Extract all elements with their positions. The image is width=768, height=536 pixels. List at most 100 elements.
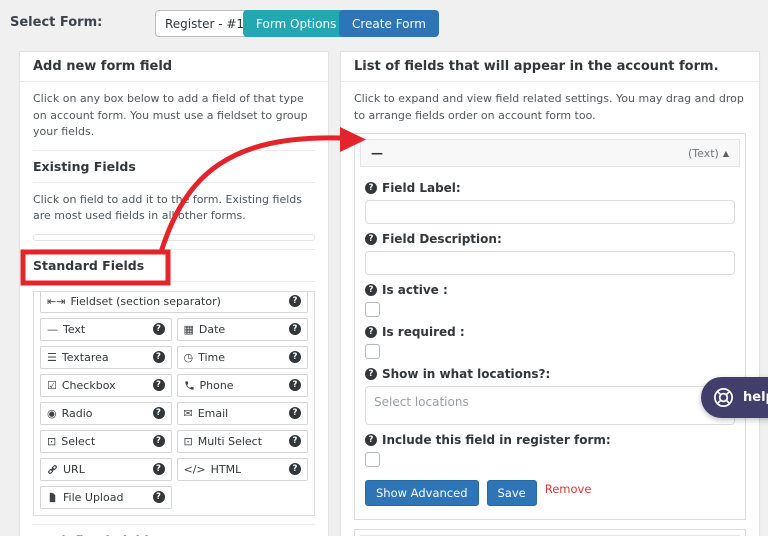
field-chip-email[interactable]: ✉ Email? [176,401,308,425]
field-chip-checkbox[interactable]: ☑ Checkbox? [40,373,172,397]
fields-list-panel: List of fields that will appear in the a… [340,51,760,536]
collapsed-field-card-first-name: —First Name(Text)▼ [354,529,746,536]
standard-fields-title: Standard Fields [33,250,315,282]
fields-list-intro: Click to expand and view field related s… [354,92,744,122]
radio-icon: ◉ [47,406,57,420]
help-button-label: help [743,390,768,405]
help-icon[interactable]: ? [152,351,165,363]
field-chip-label: Text [63,322,86,336]
field-chip-phone[interactable]: Phone? [176,373,308,397]
help-icon[interactable]: ? [289,323,301,335]
fieldset-icon: ⇤⇥ [47,294,66,308]
is-required-checkbox[interactable] [365,344,380,359]
help-icon[interactable]: ? [365,182,377,194]
predefined-fields-section: Predefined Fields Country?Gender?▦Date o… [33,523,315,536]
help-icon[interactable]: ? [289,407,301,419]
existing-fields-title: Existing Fields [33,151,315,183]
is-required-label: Is required : [382,325,465,339]
include-register-row: ? Include this field in register form: [365,433,735,447]
form-select-value: Register - #1 [165,16,245,31]
help-icon[interactable]: ? [152,435,165,447]
locations-placeholder: Select locations [374,395,469,409]
field-chip-fieldset-section-separator[interactable]: ⇤⇥ Fieldset (section separator)? [40,291,308,313]
help-icon[interactable]: ? [152,463,165,475]
help-icon[interactable]: ? [289,435,301,447]
field-chip-label: Radio [61,406,93,420]
field-chip-textarea[interactable]: ☰ Textarea? [40,345,172,369]
remove-link[interactable]: Remove [545,482,592,496]
field-chip-url[interactable]: URL? [40,457,172,481]
field-chip-label: Email [197,406,229,420]
chevron-up-icon: ▲ [722,148,729,158]
field-chip-html[interactable]: </> HTML? [176,457,308,481]
field-chip-date[interactable]: ▦ Date? [176,317,308,341]
help-icon[interactable]: ? [365,368,377,380]
expanded-field-card-header[interactable]: — (Text) ▲ [360,139,740,167]
field-chip-radio[interactable]: ◉ Radio? [40,401,172,425]
email-icon: ✉ [183,406,193,420]
create-form-button[interactable]: Create Form [339,10,439,37]
field-chip-label: Fieldset (section separator) [70,294,221,308]
standard-fields-grid: ⇤⇥ Fieldset (section separator)? — Text? ▦ Da… [33,290,315,516]
url-icon [47,464,58,475]
field-description-label: Field Description: [382,232,502,246]
include-register-checkbox[interactable] [365,452,380,467]
help-icon[interactable]: ? [289,295,301,307]
toolbar: Select Form: Register - #1 ▼ Form Option… [0,0,768,48]
field-chip-time[interactable]: ◷ Time? [176,345,308,369]
is-active-label: Is active : [382,283,448,297]
phone-icon [184,380,195,391]
checkbox-icon: ☑ [47,378,57,392]
standard-fields-section: Standard Fields ⇤⇥ Fieldset (section sepa… [33,248,315,516]
field-label-input[interactable] [365,200,735,224]
calendar-icon: ▦ [183,322,194,336]
expanded-field-card: — (Text) ▲ ? Field Label: ? Field Descri… [354,133,746,520]
help-icon[interactable]: ? [289,379,301,391]
field-chip-label: HTML [210,462,242,476]
field-chip-file-upload[interactable]: File Upload? [40,485,172,509]
show-advanced-button[interactable]: Show Advanced [365,480,479,506]
field-chip-multi-select[interactable]: ⊡ Multi Select? [176,429,308,453]
is-active-checkbox[interactable] [365,302,380,317]
include-register-label: Include this field in register form: [382,433,611,447]
help-icon[interactable]: ? [289,463,301,475]
is-required-row: ? Is required : [365,325,735,339]
help-icon[interactable]: ? [152,407,165,419]
field-chip-label: Date [198,322,226,336]
help-icon[interactable]: ? [152,491,165,503]
help-icon[interactable]: ? [365,326,377,338]
fields-list-panel-title: List of fields that will appear in the a… [341,52,759,82]
field-chip-label: Multi Select [197,434,263,448]
field-chip-text[interactable]: — Text? [40,317,172,341]
help-icon[interactable]: ? [152,379,165,391]
life-buoy-icon [714,388,733,407]
save-button[interactable]: Save [486,480,537,506]
help-icon[interactable]: ? [289,351,301,363]
field-settings: ? Field Label: ? Field Description: ? Is… [360,167,740,514]
help-icon[interactable]: ? [152,323,165,335]
field-chip-label: Time [198,350,226,364]
field-chip-label: File Upload [63,490,124,504]
form-builder-page: Select Form: Register - #1 ▼ Form Option… [0,0,768,536]
select-form-label: Select Form: [10,15,103,30]
field-description-input[interactable] [365,251,735,275]
field-chip-label: Textarea [61,350,109,364]
help-icon[interactable]: ? [365,284,377,296]
help-button[interactable]: help [701,377,768,418]
locations-multiselect[interactable]: Select locations [365,386,735,425]
collapsed-fields-list: —First Name(Text)▼—Last Name(Text)▼ [354,529,746,536]
help-icon[interactable]: ? [365,434,377,446]
select-icon: ⊡ [47,434,57,448]
text-icon: — [47,322,58,336]
textarea-icon: ☰ [47,350,57,364]
card-actions: Show Advanced Save Remove [365,480,735,506]
field-chip-label: URL [63,462,85,476]
existing-fields-description: Click on field to add it to the form. Ex… [33,192,303,223]
field-chip-label: Select [61,434,96,448]
text-icon: — [371,146,383,160]
field-chip-select[interactable]: ⊡ Select? [40,429,172,453]
add-field-intro: Click on any box below to add a field of… [33,92,308,138]
form-options-button[interactable]: Form Options [243,10,350,37]
file-icon [47,492,58,503]
help-icon[interactable]: ? [365,233,377,245]
